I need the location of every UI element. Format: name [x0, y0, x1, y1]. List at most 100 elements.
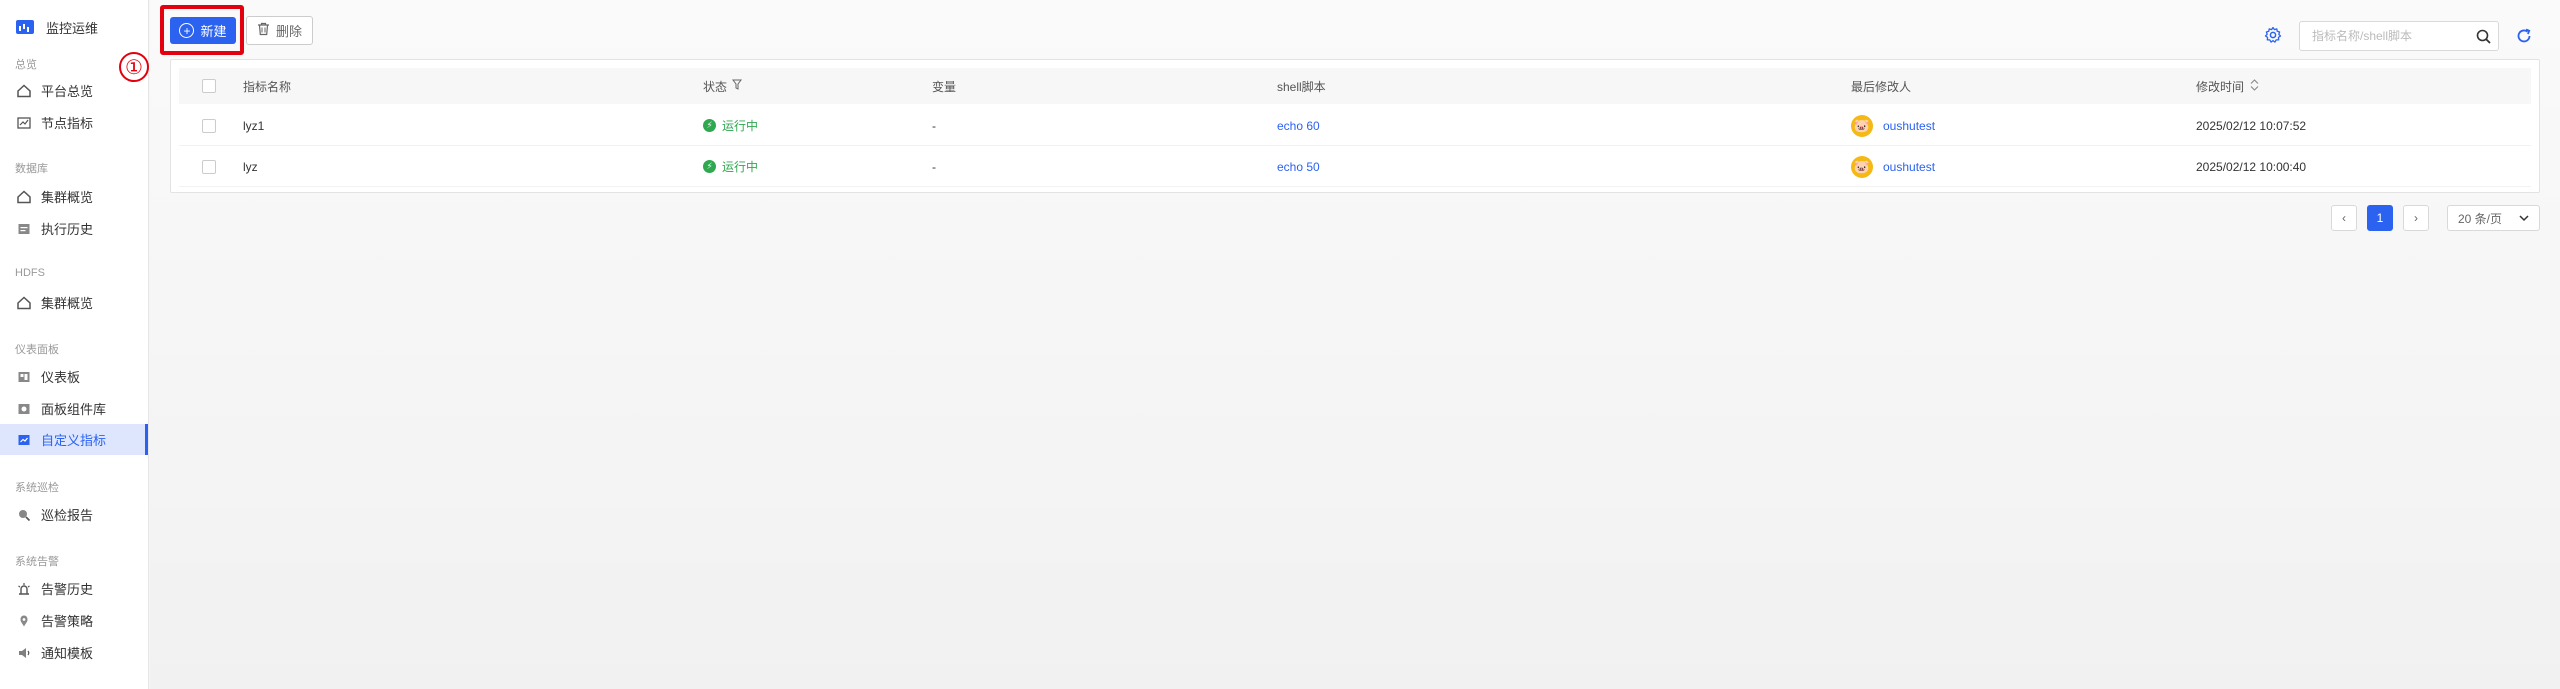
status-badge: ⚡ 运行中: [703, 147, 758, 186]
alarm-policy-icon: [16, 613, 32, 629]
sidebar-item-alarm-history[interactable]: 告警历史: [0, 573, 148, 604]
plus-circle-icon: +: [179, 23, 195, 38]
next-page-button[interactable]: ›: [2403, 205, 2429, 231]
sidebar-item-label: 巡检报告: [41, 508, 94, 523]
row-checkbox[interactable]: [202, 106, 216, 145]
sidebar-item-execution-history[interactable]: 执行历史: [0, 213, 148, 244]
sidebar-item-hdfs-cluster-overview[interactable]: 集群概览: [0, 287, 148, 318]
annotation-step-marker: ①: [119, 52, 149, 82]
modifier-cell: 🐷 oushutest: [1851, 106, 1935, 145]
app-title: 监控运维: [46, 20, 99, 36]
sidebar-item-alarm-policy[interactable]: 告警策略: [0, 605, 148, 636]
column-header-status-label: 状态: [703, 79, 728, 94]
sidebar-item-node-metrics[interactable]: 节点指标: [0, 107, 148, 138]
nav-group-title: 总览: [15, 59, 37, 71]
modified-time: 2025/02/12 10:07:52: [2196, 118, 2307, 133]
search-box: [2299, 21, 2499, 51]
chevron-down-icon: [2519, 211, 2529, 225]
component-library-icon: [16, 401, 32, 417]
column-header-time-label: 修改时间: [2196, 79, 2245, 94]
status-badge: ⚡ 运行中: [703, 106, 758, 145]
sidebar-item-label: 节点指标: [41, 116, 94, 131]
sidebar-item-label: 仪表板: [41, 370, 81, 385]
column-header-script: shell脚本: [1277, 79, 1326, 94]
status-text: 运行中: [722, 119, 759, 133]
running-status-icon: ⚡: [703, 160, 716, 173]
brand[interactable]: 监控运维: [16, 17, 98, 37]
sidebar-item-component-library[interactable]: 面板组件库: [0, 393, 148, 424]
variable-value: -: [932, 159, 936, 174]
nav-group-title: 系统巡检: [15, 482, 59, 494]
row-checkbox[interactable]: [202, 147, 216, 186]
home-icon: [16, 189, 32, 205]
sidebar-item-label: 平台总览: [41, 84, 94, 99]
column-header-time[interactable]: 修改时间: [2196, 68, 2259, 104]
new-button[interactable]: + 新建: [170, 17, 236, 44]
sidebar-item-label: 告警历史: [41, 582, 94, 597]
sidebar-item-inspection-report[interactable]: 巡检报告: [0, 499, 148, 530]
refresh-icon[interactable]: [2515, 27, 2533, 45]
running-status-icon: ⚡: [703, 119, 716, 132]
select-all-checkbox[interactable]: [202, 68, 216, 104]
filter-icon[interactable]: [732, 79, 743, 93]
chart-icon: [16, 115, 32, 131]
inspection-icon: [16, 507, 32, 523]
gear-icon[interactable]: [2264, 26, 2282, 44]
column-header-variable: 变量: [932, 79, 957, 94]
modified-time: 2025/02/12 10:00:40: [2196, 159, 2307, 174]
history-icon: [16, 221, 32, 237]
page-size-value: 20 条/页: [2458, 211, 2503, 226]
column-header-modifier: 最后修改人: [1851, 79, 1912, 94]
table-header: 指标名称 状态 变量 shell脚本 最后修改人 修改时间: [179, 68, 2531, 104]
search-input[interactable]: [2300, 22, 2468, 50]
search-icon[interactable]: [2468, 22, 2498, 50]
delete-button-label: 删除: [275, 24, 302, 39]
avatar: 🐷: [1851, 155, 1873, 178]
delete-button[interactable]: 删除: [246, 16, 313, 45]
nav-group-title: 数据库: [15, 163, 48, 175]
alarm-history-icon: [16, 581, 32, 597]
sidebar-item-label: 告警策略: [41, 614, 94, 629]
avatar: 🐷: [1851, 114, 1873, 137]
dashboard-icon: [16, 369, 32, 385]
sidebar: 监控运维 总览 平台总览 节点指标 数据库 集群概览 执行历史 HDFS 集群概…: [0, 0, 149, 689]
sidebar-item-dashboard[interactable]: 仪表板: [0, 361, 148, 392]
modifier-link[interactable]: oushutest: [1883, 160, 1935, 174]
speaker-icon: [16, 645, 32, 661]
sort-icon[interactable]: [2250, 78, 2259, 94]
column-header-name[interactable]: 指标名称: [243, 68, 291, 104]
sidebar-item-db-cluster-overview[interactable]: 集群概览: [0, 181, 148, 212]
sidebar-item-label: 执行历史: [41, 222, 94, 237]
sidebar-item-label: 通知模板: [41, 646, 94, 661]
sidebar-item-label: 集群概览: [41, 190, 94, 205]
custom-metric-icon: [16, 432, 32, 448]
sidebar-item-notification-template[interactable]: 通知模板: [0, 637, 148, 668]
column-header-status[interactable]: 状态: [703, 68, 743, 104]
sidebar-item-custom-metrics[interactable]: 自定义指标: [0, 424, 148, 455]
home-icon: [16, 295, 32, 311]
script-link[interactable]: echo 50: [1277, 147, 1320, 186]
variable-value: -: [932, 118, 936, 133]
nav-group-title: 系统告警: [15, 556, 59, 568]
sidebar-item-label: 自定义指标: [41, 433, 107, 448]
page-size-select[interactable]: 20 条/页: [2447, 205, 2540, 231]
metric-name: lyz1: [243, 118, 265, 133]
modifier-link[interactable]: oushutest: [1883, 119, 1935, 133]
sidebar-item-label: 面板组件库: [41, 402, 107, 417]
dashboard-chart-icon: [16, 20, 34, 34]
page-number-current[interactable]: 1: [2367, 205, 2393, 231]
table-row[interactable]: lyz ⚡ 运行中 - echo 50 🐷 oushutest 2025/02/…: [179, 147, 2531, 187]
new-button-label: 新建: [200, 24, 227, 39]
metric-name: lyz: [243, 159, 258, 174]
table-row[interactable]: lyz1 ⚡ 运行中 - echo 60 🐷 oushutest 2025/02…: [179, 106, 2531, 146]
metrics-table: 指标名称 状态 变量 shell脚本 最后修改人 修改时间 lyz1 ⚡ 运行中…: [170, 59, 2540, 193]
sidebar-item-label: 集群概览: [41, 296, 94, 311]
script-link[interactable]: echo 60: [1277, 106, 1320, 145]
status-text: 运行中: [722, 160, 759, 174]
trash-icon: [257, 22, 270, 39]
nav-group-title: 仪表面板: [15, 344, 59, 356]
prev-page-button[interactable]: ‹: [2331, 205, 2357, 231]
home-icon: [16, 83, 32, 99]
modifier-cell: 🐷 oushutest: [1851, 147, 1935, 186]
nav-group-title: HDFS: [15, 267, 45, 279]
